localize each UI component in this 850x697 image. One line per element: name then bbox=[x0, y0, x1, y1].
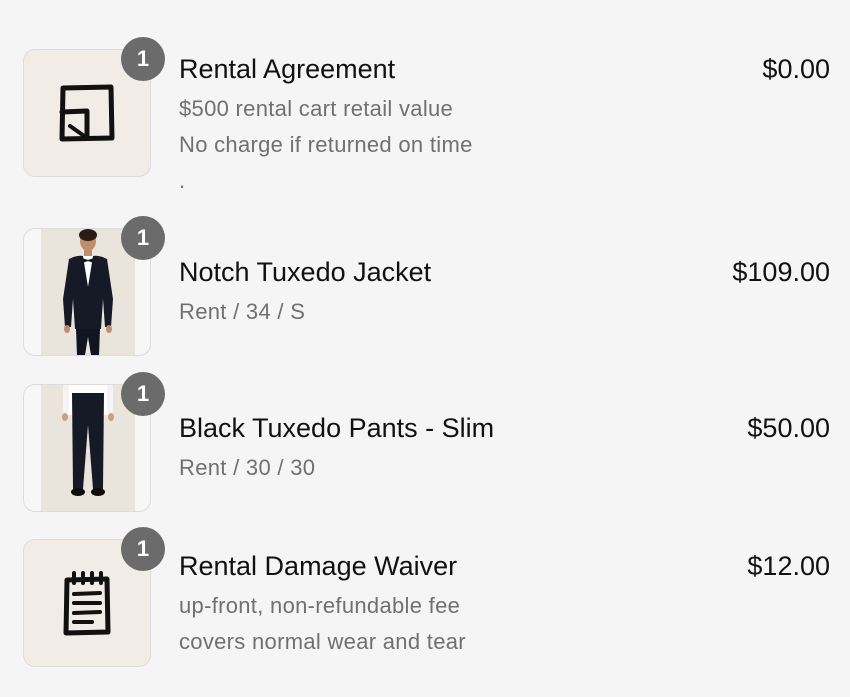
document-corner-icon bbox=[59, 84, 115, 142]
item-detail-line: up-front, non-refundable fee bbox=[179, 593, 461, 618]
quantity-badge: 1 bbox=[121, 37, 165, 81]
item-detail-line: $500 rental cart retail value bbox=[179, 96, 454, 121]
item-detail-line: Rent / 34 / S bbox=[179, 299, 306, 324]
item-price: $0.00 bbox=[762, 54, 830, 84]
item-title[interactable]: Black Tuxedo Pants - Slim bbox=[179, 413, 494, 444]
item-thumbnail: 1 bbox=[23, 37, 165, 177]
tuxedo-jacket-photo bbox=[41, 229, 135, 355]
item-price: $50.00 bbox=[747, 413, 830, 443]
item-detail-line: . bbox=[179, 168, 186, 193]
item-title[interactable]: Rental Damage Waiver bbox=[179, 551, 457, 582]
item-price: $12.00 bbox=[747, 551, 830, 581]
item-detail-line: No charge if returned on time bbox=[179, 132, 473, 157]
notepad-icon bbox=[63, 571, 111, 636]
item-thumbnail: 1 bbox=[23, 527, 165, 667]
quantity-badge: 1 bbox=[121, 372, 165, 416]
cart-line-items: 1 Rental Agreement $500 rental cart reta… bbox=[0, 0, 850, 697]
quantity-badge: 1 bbox=[121, 527, 165, 571]
item-title[interactable]: Notch Tuxedo Jacket bbox=[179, 257, 431, 288]
quantity-badge: 1 bbox=[121, 216, 165, 260]
item-price: $109.00 bbox=[732, 257, 830, 287]
item-detail-line: Rent / 30 / 30 bbox=[179, 455, 316, 480]
item-title[interactable]: Rental Agreement bbox=[179, 54, 395, 85]
item-thumbnail: 1 bbox=[23, 216, 165, 356]
item-thumbnail: 1 bbox=[23, 372, 165, 512]
tuxedo-pants-photo bbox=[41, 385, 135, 511]
item-detail-line: covers normal wear and tear bbox=[179, 629, 466, 654]
